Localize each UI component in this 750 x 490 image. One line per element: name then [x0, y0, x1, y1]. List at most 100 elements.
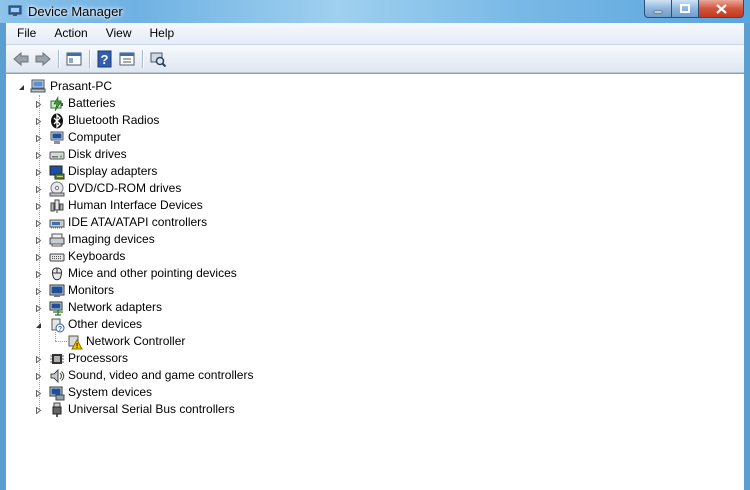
collapsed-triangle-icon: [36, 237, 42, 244]
tree-item-label[interactable]: Disk drives: [68, 146, 127, 163]
display-adapter-icon: [49, 165, 65, 180]
collapsed-triangle-icon: [36, 356, 42, 363]
collapsed-triangle-icon: [36, 186, 42, 193]
battery-icon: [50, 96, 63, 112]
tree-item-label[interactable]: Computer: [68, 129, 121, 146]
tree-item-label[interactable]: Imaging devices: [68, 231, 155, 248]
minimize-icon: [653, 10, 663, 13]
tree-item-label[interactable]: Universal Serial Bus controllers: [68, 401, 235, 418]
computer-icon: [50, 131, 64, 144]
expand-toggle[interactable]: [34, 100, 43, 109]
expand-toggle[interactable]: [34, 270, 43, 279]
toolbar-separator: [89, 49, 90, 68]
tree-item-label[interactable]: Network adapters: [68, 299, 162, 316]
device-manager-window: Device Manager File Action View Help ? P…: [0, 0, 750, 490]
keyboard-icon: [49, 253, 65, 262]
expand-toggle[interactable]: [34, 185, 43, 194]
tree-item-label[interactable]: Network Controller: [86, 333, 185, 350]
maximize-icon: [680, 3, 690, 13]
disk-drive-icon: [49, 151, 65, 160]
collapsed-triangle-icon: [36, 169, 42, 176]
system-devices-icon: [49, 386, 65, 401]
collapsed-triangle-icon: [36, 390, 42, 397]
expand-toggle[interactable]: [34, 253, 43, 262]
collapsed-triangle-icon: [36, 118, 42, 125]
warning-device-icon: [68, 335, 83, 350]
network-adapter-icon: [49, 301, 63, 316]
close-icon: [715, 3, 727, 14]
back-icon: [13, 51, 29, 66]
tree-item-label[interactable]: Human Interface Devices: [68, 197, 203, 214]
tree-item-label[interactable]: Batteries: [68, 95, 115, 112]
show-hide-console-tree-button[interactable]: [63, 49, 85, 69]
ide-controller-icon: [49, 219, 65, 229]
device-manager-app-icon: [8, 5, 22, 16]
hid-icon: [50, 199, 64, 213]
menu-help[interactable]: Help: [139, 23, 182, 44]
expand-toggle[interactable]: [34, 321, 43, 330]
expand-toggle[interactable]: [34, 372, 43, 381]
tree-root-label[interactable]: Prasant-PC: [50, 78, 112, 95]
tree-item-label[interactable]: IDE ATA/ATAPI controllers: [68, 214, 207, 231]
tree-item-label[interactable]: Bluetooth Radios: [68, 112, 159, 129]
tree-item-label[interactable]: Mice and other pointing devices: [68, 265, 237, 282]
menu-action[interactable]: Action: [43, 23, 94, 44]
collapsed-triangle-icon: [36, 220, 42, 227]
collapsed-triangle-icon: [36, 101, 42, 108]
forward-icon: [35, 51, 51, 66]
forward-button[interactable]: [32, 49, 54, 69]
tree-item-label[interactable]: Monitors: [68, 282, 114, 299]
expand-toggle[interactable]: [34, 236, 43, 245]
menu-file[interactable]: File: [6, 23, 43, 44]
collapsed-triangle-icon: [36, 407, 42, 414]
tree-item-label[interactable]: Keyboards: [68, 248, 125, 265]
computer-root-icon: [30, 79, 46, 93]
expand-toggle[interactable]: [34, 168, 43, 177]
expand-toggle[interactable]: [34, 389, 43, 398]
svg-text:?: ?: [58, 326, 62, 333]
collapsed-triangle-icon: [36, 203, 42, 210]
properties-icon: [119, 52, 135, 65]
device-tree-pane[interactable]: Prasant-PC Batteries Bluetooth Radios Comp…: [6, 73, 744, 490]
tree-item-label[interactable]: Sound, video and game controllers: [68, 367, 253, 384]
tree-item-label[interactable]: Display adapters: [68, 163, 157, 180]
expanded-triangle-icon: [36, 323, 41, 328]
help-button[interactable]: ?: [94, 49, 116, 69]
usb-icon: [52, 402, 62, 417]
tree-item-label[interactable]: Processors: [68, 350, 128, 367]
other-devices-icon: ?: [51, 318, 65, 333]
title-bar[interactable]: Device Manager: [0, 0, 750, 23]
expand-toggle[interactable]: [34, 117, 43, 126]
expand-toggle[interactable]: [34, 151, 43, 160]
minimize-button[interactable]: [644, 0, 672, 18]
tree-item-label[interactable]: System devices: [68, 384, 152, 401]
tree-item-label[interactable]: Other devices: [68, 316, 142, 333]
back-button[interactable]: [10, 49, 32, 69]
menu-view[interactable]: View: [95, 23, 139, 44]
caption-buttons: [644, 0, 744, 18]
expand-toggle[interactable]: [34, 134, 43, 143]
collapsed-triangle-icon: [36, 254, 42, 261]
expand-toggle[interactable]: [34, 202, 43, 211]
help-icon: ?: [97, 50, 112, 67]
scan-hardware-button[interactable]: [147, 49, 169, 69]
collapsed-triangle-icon: [36, 271, 42, 278]
sound-icon: [50, 368, 65, 384]
scan-hardware-icon: [150, 52, 167, 67]
tree-item-label[interactable]: DVD/CD-ROM drives: [68, 180, 181, 197]
close-button[interactable]: [699, 0, 744, 18]
root-collapse-toggle[interactable]: [17, 83, 26, 92]
collapsed-triangle-icon: [36, 288, 42, 295]
window-title: Device Manager: [28, 4, 123, 19]
menu-bar: File Action View Help: [6, 23, 744, 45]
processor-icon: [50, 354, 64, 364]
expand-toggle[interactable]: [34, 355, 43, 364]
expand-toggle[interactable]: [34, 406, 43, 415]
properties-button[interactable]: [116, 49, 138, 69]
device-tree: Prasant-PC Batteries Bluetooth Radios Comp…: [6, 74, 744, 490]
expand-toggle[interactable]: [34, 304, 43, 313]
maximize-button[interactable]: [672, 0, 699, 18]
expand-toggle[interactable]: [34, 287, 43, 296]
expand-toggle[interactable]: [34, 219, 43, 228]
collapsed-triangle-icon: [36, 135, 42, 142]
